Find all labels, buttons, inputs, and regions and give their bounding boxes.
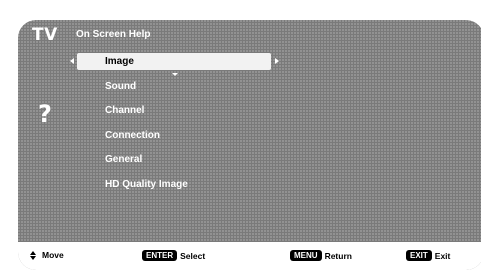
menu-item-image[interactable]: Image xyxy=(74,50,188,75)
menu-item-connection[interactable]: Connection xyxy=(74,124,188,149)
exit-key-icon[interactable]: EXIT xyxy=(406,250,432,261)
tv-logo: TV xyxy=(32,25,58,45)
enter-key-icon[interactable]: ENTER xyxy=(142,250,178,261)
menu-item-sound[interactable]: Sound xyxy=(74,75,188,100)
exit-hint: EXIT Exit xyxy=(406,250,450,261)
move-hint: Move xyxy=(30,250,64,260)
exit-label: Exit xyxy=(434,250,451,261)
menu-key-icon[interactable]: MENU xyxy=(290,250,322,261)
screen-title: On Screen Help xyxy=(76,29,151,40)
menu-item-channel[interactable]: Channel xyxy=(74,99,188,124)
select-label: Select xyxy=(180,250,206,261)
select-hint: ENTER Select xyxy=(142,250,205,261)
menu-item-hd-quality-image[interactable]: HD Quality Image xyxy=(74,173,188,198)
menu-item-general[interactable]: General xyxy=(74,148,188,173)
return-label: Return xyxy=(324,250,352,261)
up-down-icon xyxy=(30,250,36,260)
return-hint: MENU Return xyxy=(290,250,352,261)
help-screen: TV On Screen Help ? Image Sound Channel … xyxy=(18,20,481,270)
move-label: Move xyxy=(42,250,64,260)
right-arrow-icon[interactable] xyxy=(275,58,279,64)
help-icon: ? xyxy=(38,100,52,128)
help-menu: Image Sound Channel Connection General H… xyxy=(74,50,188,197)
footer-bar: Move ENTER Select MENU Return EXIT Exit xyxy=(18,242,481,270)
